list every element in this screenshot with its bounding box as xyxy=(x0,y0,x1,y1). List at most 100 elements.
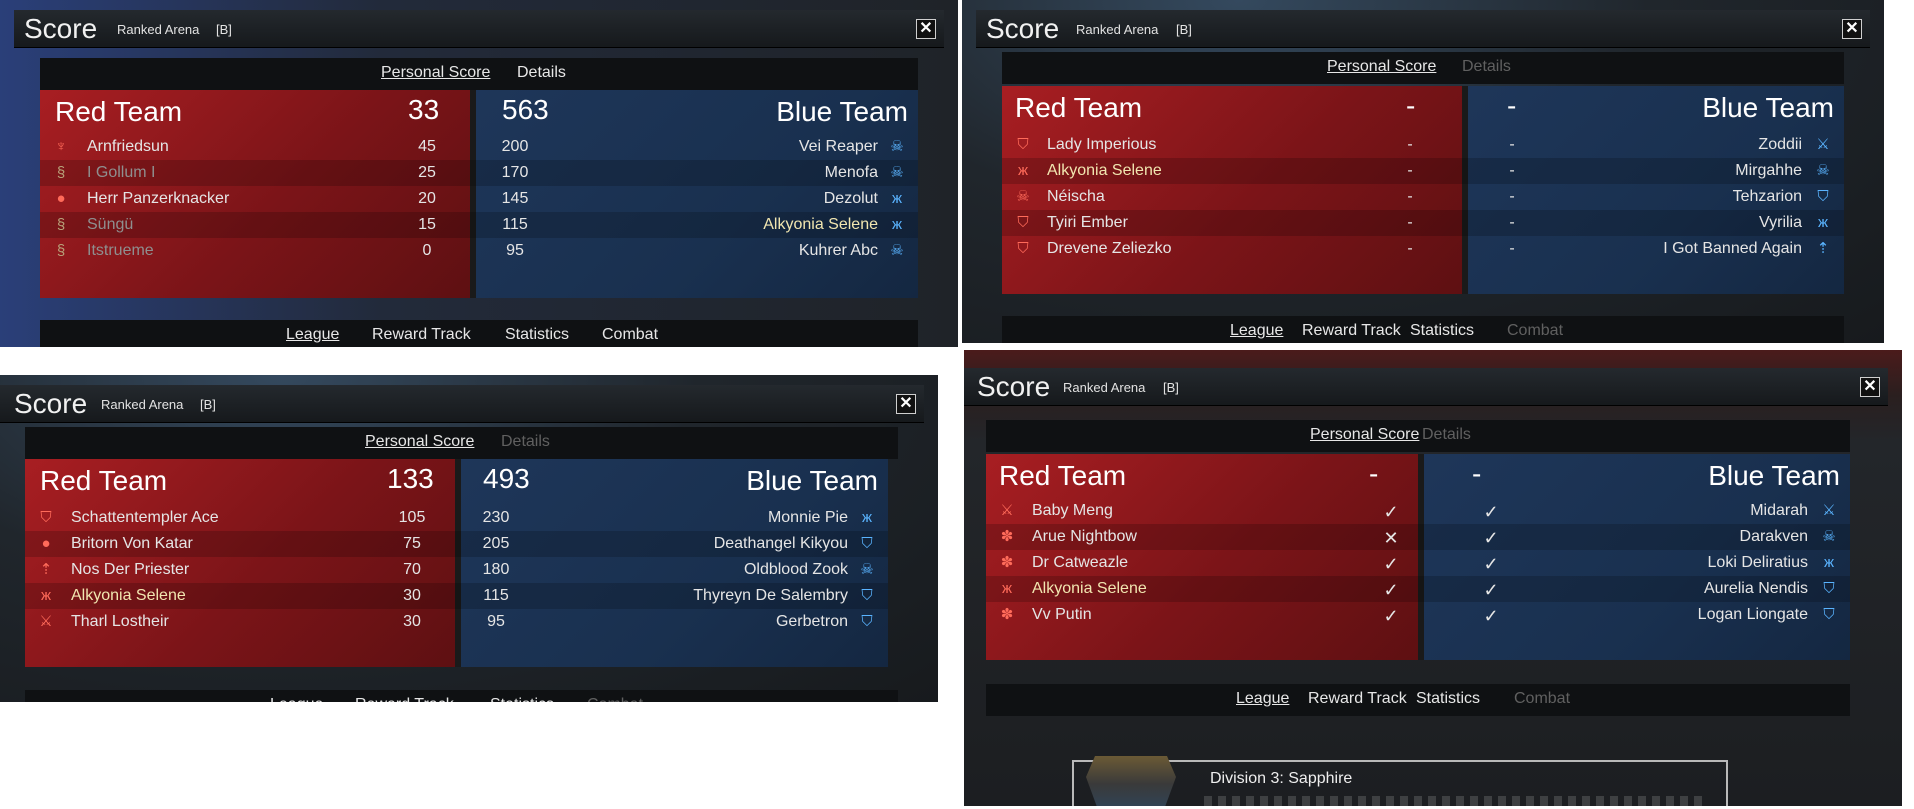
skull-icon: ☠ xyxy=(1822,528,1836,545)
skull-icon: ☠ xyxy=(1016,188,1030,205)
tab-details[interactable]: Details xyxy=(1422,426,1471,444)
bottom-tabs: League Reward Track Statistics Combat xyxy=(40,320,918,347)
tab-reward-track[interactable]: Reward Track xyxy=(1308,690,1407,708)
tab-personal-score[interactable]: Personal Score xyxy=(365,433,474,451)
blue-player-ready-mark: ✓ xyxy=(1483,554,1499,574)
close-button[interactable]: ✕ xyxy=(916,19,936,39)
blue-player-name: Gerbetron xyxy=(775,613,848,630)
table-row[interactable]: ⛉ Lady Imperious - - Zoddii ⚔ xyxy=(1002,132,1844,158)
close-button[interactable]: ✕ xyxy=(896,394,916,414)
table-row[interactable]: ⚔ Baby Meng ✓ ✓ Midarah ⚔ xyxy=(986,498,1850,524)
butterfly-icon: ж xyxy=(1001,580,1013,597)
blue-player-score: 200 xyxy=(501,138,529,155)
blue-player-name: Deathangel Kikyou xyxy=(713,535,848,552)
swords-icon: ⚔ xyxy=(39,613,53,630)
table-row[interactable]: ⛉ Drevene Zeliezko - - I Got Banned Agai… xyxy=(1002,236,1844,262)
shield-icon: ⛉ xyxy=(40,509,52,526)
table-row[interactable]: ж Alkyonia Selene ✓ ✓ Aurelia Nendis ⛉ xyxy=(986,576,1850,602)
tab-league[interactable]: League xyxy=(286,326,339,344)
tab-league[interactable]: League xyxy=(1236,690,1289,708)
table-row[interactable]: ж Alkyonia Selene - - Mirgahhe ☠ xyxy=(1002,158,1844,184)
blue-player-name: Tehzarion xyxy=(1732,188,1802,205)
blue-player-name: Monnie Pie xyxy=(767,509,848,526)
table-row[interactable]: ⛉ Schattentempler Ace 105 230 Monnie Pie… xyxy=(25,505,888,531)
red-player-name: Britorn Von Katar xyxy=(71,535,193,552)
tab-reward-track[interactable]: Reward Track xyxy=(372,326,471,344)
red-player-name: Tyiri Ember xyxy=(1047,214,1128,231)
tab-details[interactable]: Details xyxy=(1462,58,1511,76)
red-player-name: Arue Nightbow xyxy=(1032,528,1137,545)
table-row[interactable]: ✽ Dr Catweazle ✓ ✓ Loki Deliratius ж xyxy=(986,550,1850,576)
shield-icon: ⛉ xyxy=(861,613,873,630)
red-player-name: I Gollum I xyxy=(87,164,156,181)
close-button[interactable]: ✕ xyxy=(1860,377,1880,397)
table-row[interactable]: ● Herr Panzerknacker 20 145 Dezolut ж xyxy=(40,186,918,212)
tab-statistics[interactable]: Statistics xyxy=(1416,690,1480,708)
tab-details[interactable]: Details xyxy=(517,64,566,82)
butterfly-icon: ж xyxy=(861,509,873,526)
spiral-icon: § xyxy=(56,242,66,259)
butterfly-icon: ж xyxy=(891,190,903,207)
table-row[interactable]: ⛉ Tyiri Ember - - Vyrilia ж xyxy=(1002,210,1844,236)
spiral-icon: § xyxy=(56,216,66,233)
window-title: Score xyxy=(977,371,1051,402)
tab-personal-score[interactable]: Personal Score xyxy=(381,64,490,82)
blue-player-score: 230 xyxy=(482,509,510,526)
scoreboard: Red Team 133 493 Blue Team ⛉ Schattentem… xyxy=(25,459,888,667)
window-title: Score xyxy=(14,388,88,419)
blue-player-score: - xyxy=(1509,188,1515,205)
tab-league[interactable]: League xyxy=(270,696,323,702)
blue-player-score: 205 xyxy=(482,535,510,552)
tab-statistics[interactable]: Statistics xyxy=(1410,322,1474,340)
red-team-total: 133 xyxy=(387,463,434,494)
table-row[interactable]: ⚔ Tharl Lostheir 30 95 Gerbetron ⛉ xyxy=(25,609,888,635)
table-row[interactable]: § Itstrueme 0 95 Kuhrer Abc ☠ xyxy=(40,238,918,264)
table-row[interactable]: ✽ Arue Nightbow ✕ ✓ Darakven ☠ xyxy=(986,524,1850,550)
red-team-name: Red Team xyxy=(55,96,183,127)
blue-player-name: Alkyonia Selene xyxy=(763,216,878,233)
tab-combat[interactable]: Combat xyxy=(1507,322,1563,340)
tab-reward-track[interactable]: Reward Track xyxy=(1302,322,1401,340)
table-row[interactable]: ♆ Arnfriedsun 45 200 Vei Reaper ☠ xyxy=(40,134,918,160)
window-title: Score xyxy=(986,13,1060,44)
tab-statistics[interactable]: Statistics xyxy=(490,696,554,702)
blue-player-name: Zoddii xyxy=(1758,136,1802,153)
close-button[interactable]: ✕ xyxy=(1842,19,1862,39)
blue-player-ready-mark: ✓ xyxy=(1483,580,1499,600)
blue-player-name: Menofa xyxy=(824,164,878,181)
butterfly-icon: ж xyxy=(1817,214,1829,231)
red-player-ready-mark: ✓ xyxy=(1383,606,1399,626)
table-row[interactable]: ☠ Néischa - - Tehzarion ⛉ xyxy=(1002,184,1844,210)
blue-player-name: Midarah xyxy=(1750,502,1808,519)
shield-icon: ⛉ xyxy=(1017,136,1029,153)
tab-personal-score[interactable]: Personal Score xyxy=(1310,426,1419,444)
blue-team-name: Blue Team xyxy=(1702,92,1834,123)
table-row[interactable]: ● Britorn Von Katar 75 205 Deathangel Ki… xyxy=(25,531,888,557)
shield-icon: ⛉ xyxy=(1823,580,1835,597)
tab-reward-track[interactable]: Reward Track xyxy=(355,696,454,702)
table-row[interactable]: § I Gollum I 25 170 Menofa ☠ xyxy=(40,160,918,186)
blue-player-score: 170 xyxy=(501,164,529,181)
tab-combat[interactable]: Combat xyxy=(587,696,643,702)
tab-combat[interactable]: Combat xyxy=(1514,690,1570,708)
shield-icon: ⛉ xyxy=(861,535,873,552)
shield-icon: ⛉ xyxy=(1017,240,1029,257)
tab-league[interactable]: League xyxy=(1230,322,1283,340)
red-team-total: 33 xyxy=(408,94,440,125)
tab-combat[interactable]: Combat xyxy=(602,326,658,344)
blue-player-score: 95 xyxy=(506,242,524,259)
tab-statistics[interactable]: Statistics xyxy=(505,326,569,344)
table-row[interactable]: § Süngü 15 115 Alkyonia Selene ж xyxy=(40,212,918,238)
bottom-tabs: League Reward Track Statistics Combat xyxy=(986,684,1850,716)
skull-icon: ☠ xyxy=(1816,162,1830,179)
red-player-name: Alkyonia Selene xyxy=(1032,580,1147,597)
blue-team-total: - xyxy=(1507,90,1517,121)
table-row[interactable]: ж Alkyonia Selene 30 115 Thyreyn De Sale… xyxy=(25,583,888,609)
table-row[interactable]: ⇡ Nos Der Priester 70 180 Oldblood Zook … xyxy=(25,557,888,583)
red-player-name: Lady Imperious xyxy=(1047,136,1157,153)
tab-details[interactable]: Details xyxy=(501,433,550,451)
paw-icon: ✽ xyxy=(1000,554,1014,571)
table-row[interactable]: ✽ Vv Putin ✓ ✓ Logan Liongate ⛉ xyxy=(986,602,1850,628)
tab-personal-score[interactable]: Personal Score xyxy=(1327,58,1436,76)
red-player-name: Herr Panzerknacker xyxy=(87,190,230,207)
